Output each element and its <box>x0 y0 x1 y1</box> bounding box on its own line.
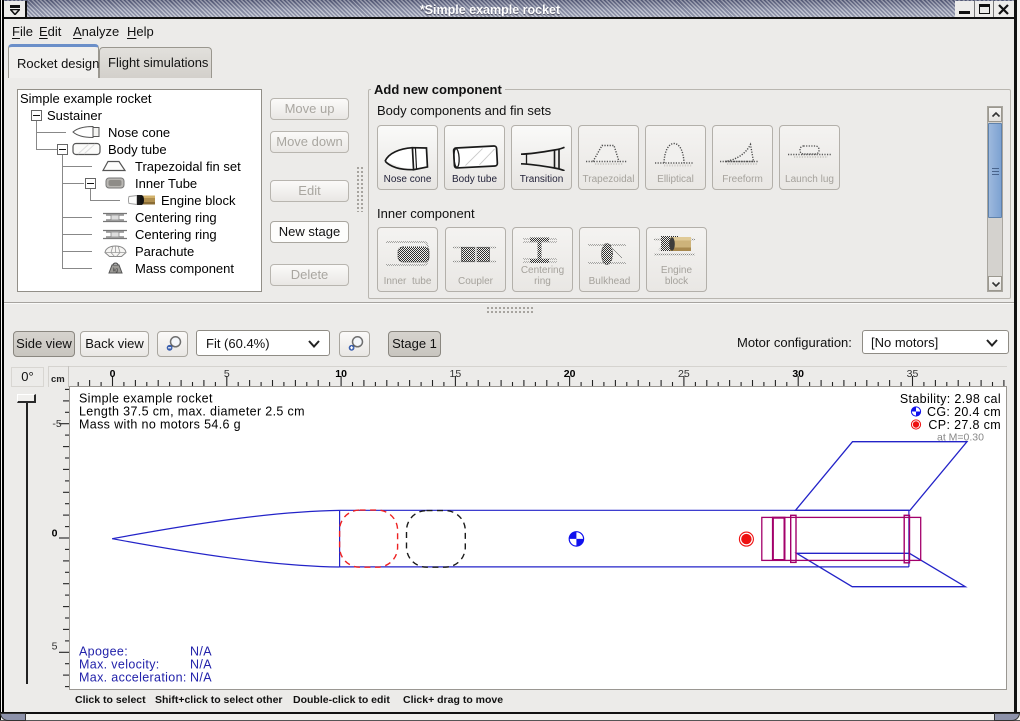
svg-text:Length 37.5 cm, max. diameter: Length 37.5 cm, max. diameter 2.5 cm <box>79 405 305 419</box>
svg-text:Apogee:: Apogee: <box>79 645 128 659</box>
svg-text:25: 25 <box>678 368 690 380</box>
svg-text:0: 0 <box>52 528 58 540</box>
svg-text:10: 10 <box>335 368 347 380</box>
svg-text:CG: 20.4 cm: CG: 20.4 cm <box>927 405 1001 419</box>
svg-text:Stability: 2.98 cal: Stability: 2.98 cal <box>900 392 1001 406</box>
svg-text:-5: -5 <box>52 418 61 430</box>
svg-text:kg: kg <box>113 268 119 274</box>
svg-text:5: 5 <box>224 368 230 380</box>
svg-text:30: 30 <box>792 368 804 380</box>
svg-text:0: 0 <box>110 368 116 380</box>
svg-text:20: 20 <box>564 368 576 380</box>
svg-text:35: 35 <box>907 368 919 380</box>
svg-text:N/A: N/A <box>190 658 212 672</box>
svg-text:N/A: N/A <box>190 645 212 659</box>
svg-text:at M=0.30: at M=0.30 <box>937 432 984 444</box>
svg-text:Max. acceleration:: Max. acceleration: <box>79 671 187 685</box>
svg-text:Simple example rocket: Simple example rocket <box>79 392 213 406</box>
svg-text:CP: 27.8 cm: CP: 27.8 cm <box>928 418 1001 432</box>
svg-text:N/A: N/A <box>190 671 212 685</box>
svg-text:Mass with no motors 54.6 g: Mass with no motors 54.6 g <box>79 418 241 432</box>
svg-text:Max. velocity:: Max. velocity: <box>79 658 160 672</box>
svg-text:15: 15 <box>450 368 462 380</box>
svg-text:5: 5 <box>52 640 58 652</box>
